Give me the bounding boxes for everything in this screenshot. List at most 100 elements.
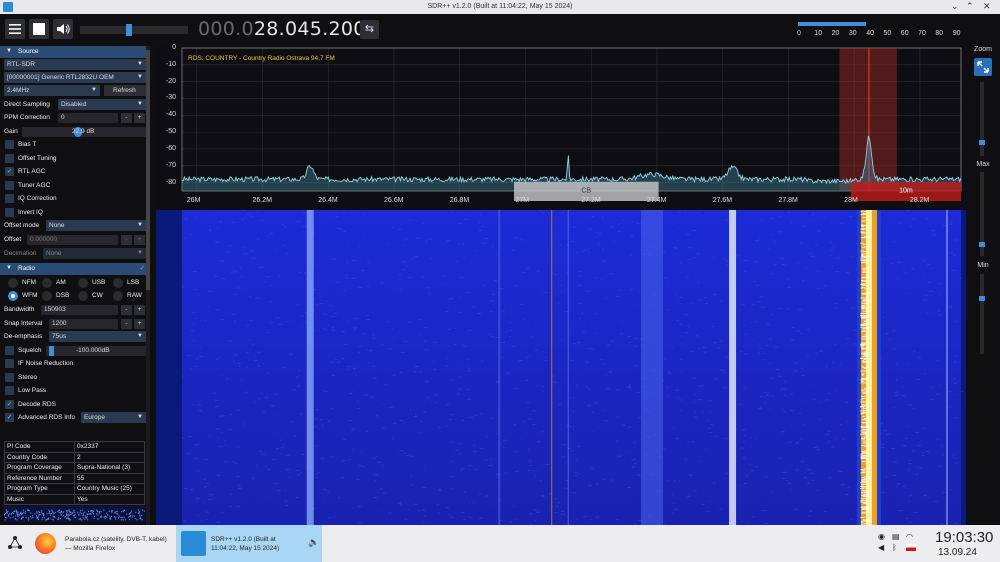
invert-iq-row[interactable]: Invert IQ (0, 207, 148, 219)
stereo-row[interactable]: Stereo (0, 372, 148, 384)
snap-increment-button[interactable]: + (134, 319, 145, 329)
stereo-label: Stereo (18, 374, 38, 381)
frequency-leading-digits[interactable]: 000.0 (198, 18, 254, 40)
offset-tuning-row[interactable]: Offset Tuning (0, 153, 148, 165)
if-nr-row[interactable]: IF Noise Reduction (0, 358, 148, 370)
offset-input[interactable]: 0.000000 (27, 235, 118, 245)
mode-radio-am[interactable] (42, 278, 52, 288)
stop-button[interactable] (29, 19, 49, 39)
ppm-input[interactable]: 0 (58, 113, 118, 123)
source-section-header[interactable]: ▼ Source (0, 46, 148, 58)
device-type-select[interactable]: RTL-SDR ▼ (4, 59, 146, 70)
sidebar-scrollbar-thumb[interactable] (146, 50, 150, 290)
app-launcher-button[interactable] (5, 533, 25, 553)
keyboard-layout-flag-icon[interactable] (906, 544, 916, 551)
mode-radio-dsb[interactable] (42, 291, 52, 301)
bluetooth-icon[interactable]: ᛒ (892, 543, 897, 552)
low-pass-row[interactable]: Low Pass (0, 385, 148, 397)
decimation-select[interactable]: None ▼ (43, 248, 146, 259)
mode-radio-nfm[interactable] (8, 278, 18, 288)
frequency-digits[interactable]: 28.045.200 (254, 18, 366, 40)
bandwidth-decrement-button[interactable]: - (121, 305, 132, 315)
task-firefox[interactable]: Parabola.cz (satelity, DVB-T, kabel) — M… (30, 525, 176, 562)
tuner-agc-checkbox[interactable] (5, 181, 14, 190)
decimation-label: Decimation (4, 250, 37, 257)
center-tuning-button[interactable] (974, 58, 992, 76)
offset-increment-button[interactable]: + (134, 235, 145, 245)
offset-mode-select[interactable]: None ▼ (46, 220, 146, 231)
samplerate-select[interactable]: 2.4MHz ▼ (4, 85, 100, 96)
mode-radio-lsb[interactable] (113, 278, 123, 288)
squelch-slider[interactable]: -100.000dB (46, 346, 146, 356)
wifi-icon[interactable]: ◠ (906, 532, 913, 541)
frequency-display[interactable]: 000.028.045.200 (198, 18, 366, 40)
snap-decrement-button[interactable]: - (121, 319, 132, 329)
decode-rds-checkbox[interactable]: ✓ (5, 400, 14, 409)
mute-button[interactable] (53, 19, 73, 39)
fft-plot[interactable]: CB 10m (156, 46, 966, 210)
fft-y-tick: -50 (165, 128, 176, 136)
volume-slider[interactable] (80, 24, 188, 36)
collapse-icon: ▼ (6, 265, 12, 271)
bandwidth-row: Bandwidth 150903 - + (0, 304, 148, 316)
deemphasis-select[interactable]: 75us ▼ (49, 331, 146, 342)
bias-t-row[interactable]: Bias T (0, 139, 148, 151)
close-icon[interactable]: ✕ (983, 1, 991, 12)
gain-value: 22.9 dB (72, 128, 95, 135)
fft-y-tick: 0 (172, 44, 176, 51)
refresh-button[interactable]: Refresh (104, 85, 146, 96)
tray-status-icon[interactable]: ◉ (878, 532, 885, 541)
offset-tuning-checkbox[interactable] (5, 154, 14, 163)
fft-display[interactable]: CB 10m 0 -10 -20 -30 -40 -50 -60 -70 -80 26M 26.2M… (156, 44, 966, 210)
direct-sampling-select[interactable]: Disabled ▼ (58, 99, 146, 110)
gain-slider[interactable]: 22.9 dB (22, 127, 146, 137)
mode-radio-usb[interactable] (78, 278, 88, 288)
bandwidth-increment-button[interactable]: + (134, 305, 145, 315)
iq-correction-row[interactable]: IQ Correction (0, 193, 148, 205)
tuner-agc-row[interactable]: Tuner AGC (0, 180, 148, 192)
advanced-rds-checkbox[interactable]: ✓ (5, 413, 14, 422)
max-slider-knob[interactable] (979, 242, 985, 247)
rtl-agc-row[interactable]: ✓ RTL AGC (0, 166, 148, 178)
iq-correction-checkbox[interactable] (5, 194, 14, 203)
mode-radio-cw[interactable] (78, 291, 88, 301)
min-slider[interactable] (980, 274, 984, 354)
task-sdrpp[interactable]: SDR++ v1.2.0 (Built at 11:04:22, May 15 … (176, 525, 322, 562)
clock-date[interactable]: 13.09.24 (938, 547, 977, 558)
speaker-icon (57, 24, 70, 34)
menu-button[interactable] (5, 19, 25, 39)
waterfall[interactable] (156, 209, 966, 526)
device-select[interactable]: [00000001] Generic RTL2832U OEM ▼ (4, 72, 146, 83)
rtl-agc-checkbox[interactable]: ✓ (5, 167, 14, 176)
clock-time[interactable]: 19:03:30 (935, 529, 993, 546)
ppm-decrement-button[interactable]: - (121, 113, 132, 123)
squelch-checkbox[interactable] (5, 346, 14, 355)
invert-iq-checkbox[interactable] (5, 208, 14, 217)
ppm-increment-button[interactable]: + (134, 113, 145, 123)
if-nr-checkbox[interactable] (5, 359, 14, 368)
tray-clipboard-icon[interactable]: ▤ (892, 532, 900, 541)
min-slider-knob[interactable] (979, 296, 985, 301)
low-pass-checkbox[interactable] (5, 386, 14, 395)
swap-button[interactable]: ⇆ (360, 20, 379, 39)
chevron-up-icon[interactable]: ⌃ (966, 1, 974, 12)
stereo-checkbox[interactable] (5, 373, 14, 382)
sidebar-scrollbar[interactable] (146, 46, 150, 525)
squelch-slider-knob[interactable] (49, 346, 54, 356)
rds-region-select[interactable]: Europe ▼ (81, 412, 146, 423)
offset-decrement-button[interactable]: - (121, 235, 132, 245)
bias-t-checkbox[interactable] (5, 140, 14, 149)
mode-radio-wfm[interactable] (8, 291, 18, 301)
volume-slider-knob[interactable] (126, 24, 132, 36)
sdrpp-icon (181, 531, 206, 556)
checkmark-icon[interactable]: ✓ (140, 264, 145, 272)
snap-interval-input[interactable]: 1200 (49, 319, 118, 329)
chevron-down-icon[interactable]: ⌄ (951, 1, 959, 12)
mode-radio-raw[interactable] (113, 291, 123, 301)
radio-section-header[interactable]: ▼ Radio ✓ (0, 263, 148, 275)
decode-rds-row[interactable]: ✓ Decode RDS (0, 399, 148, 411)
bandwidth-input[interactable]: 150903 (41, 305, 118, 315)
zoom-slider-knob[interactable] (979, 140, 985, 145)
waterfall-plot[interactable] (156, 209, 966, 526)
volume-icon[interactable]: ◀ (878, 543, 884, 552)
